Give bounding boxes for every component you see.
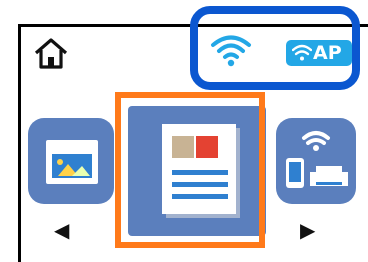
home-icon[interactable]: [32, 36, 70, 70]
wifi-ap-icon: [292, 44, 312, 61]
wireless-printer-icon: [286, 131, 348, 188]
wireless-devices-tile[interactable]: [276, 118, 356, 204]
photo-icon: [46, 140, 98, 184]
next-arrow[interactable]: ▶: [300, 220, 315, 240]
printer-lcd-screen: AP ◀ ▶: [0, 0, 368, 262]
photo-scan-tile[interactable]: [28, 118, 114, 204]
previous-arrow[interactable]: ◀: [54, 220, 69, 240]
selection-highlight: [115, 92, 265, 248]
wifi-icon[interactable]: [210, 32, 252, 68]
wifi-ap-badge[interactable]: AP: [286, 40, 352, 66]
ap-label: AP: [313, 42, 342, 64]
